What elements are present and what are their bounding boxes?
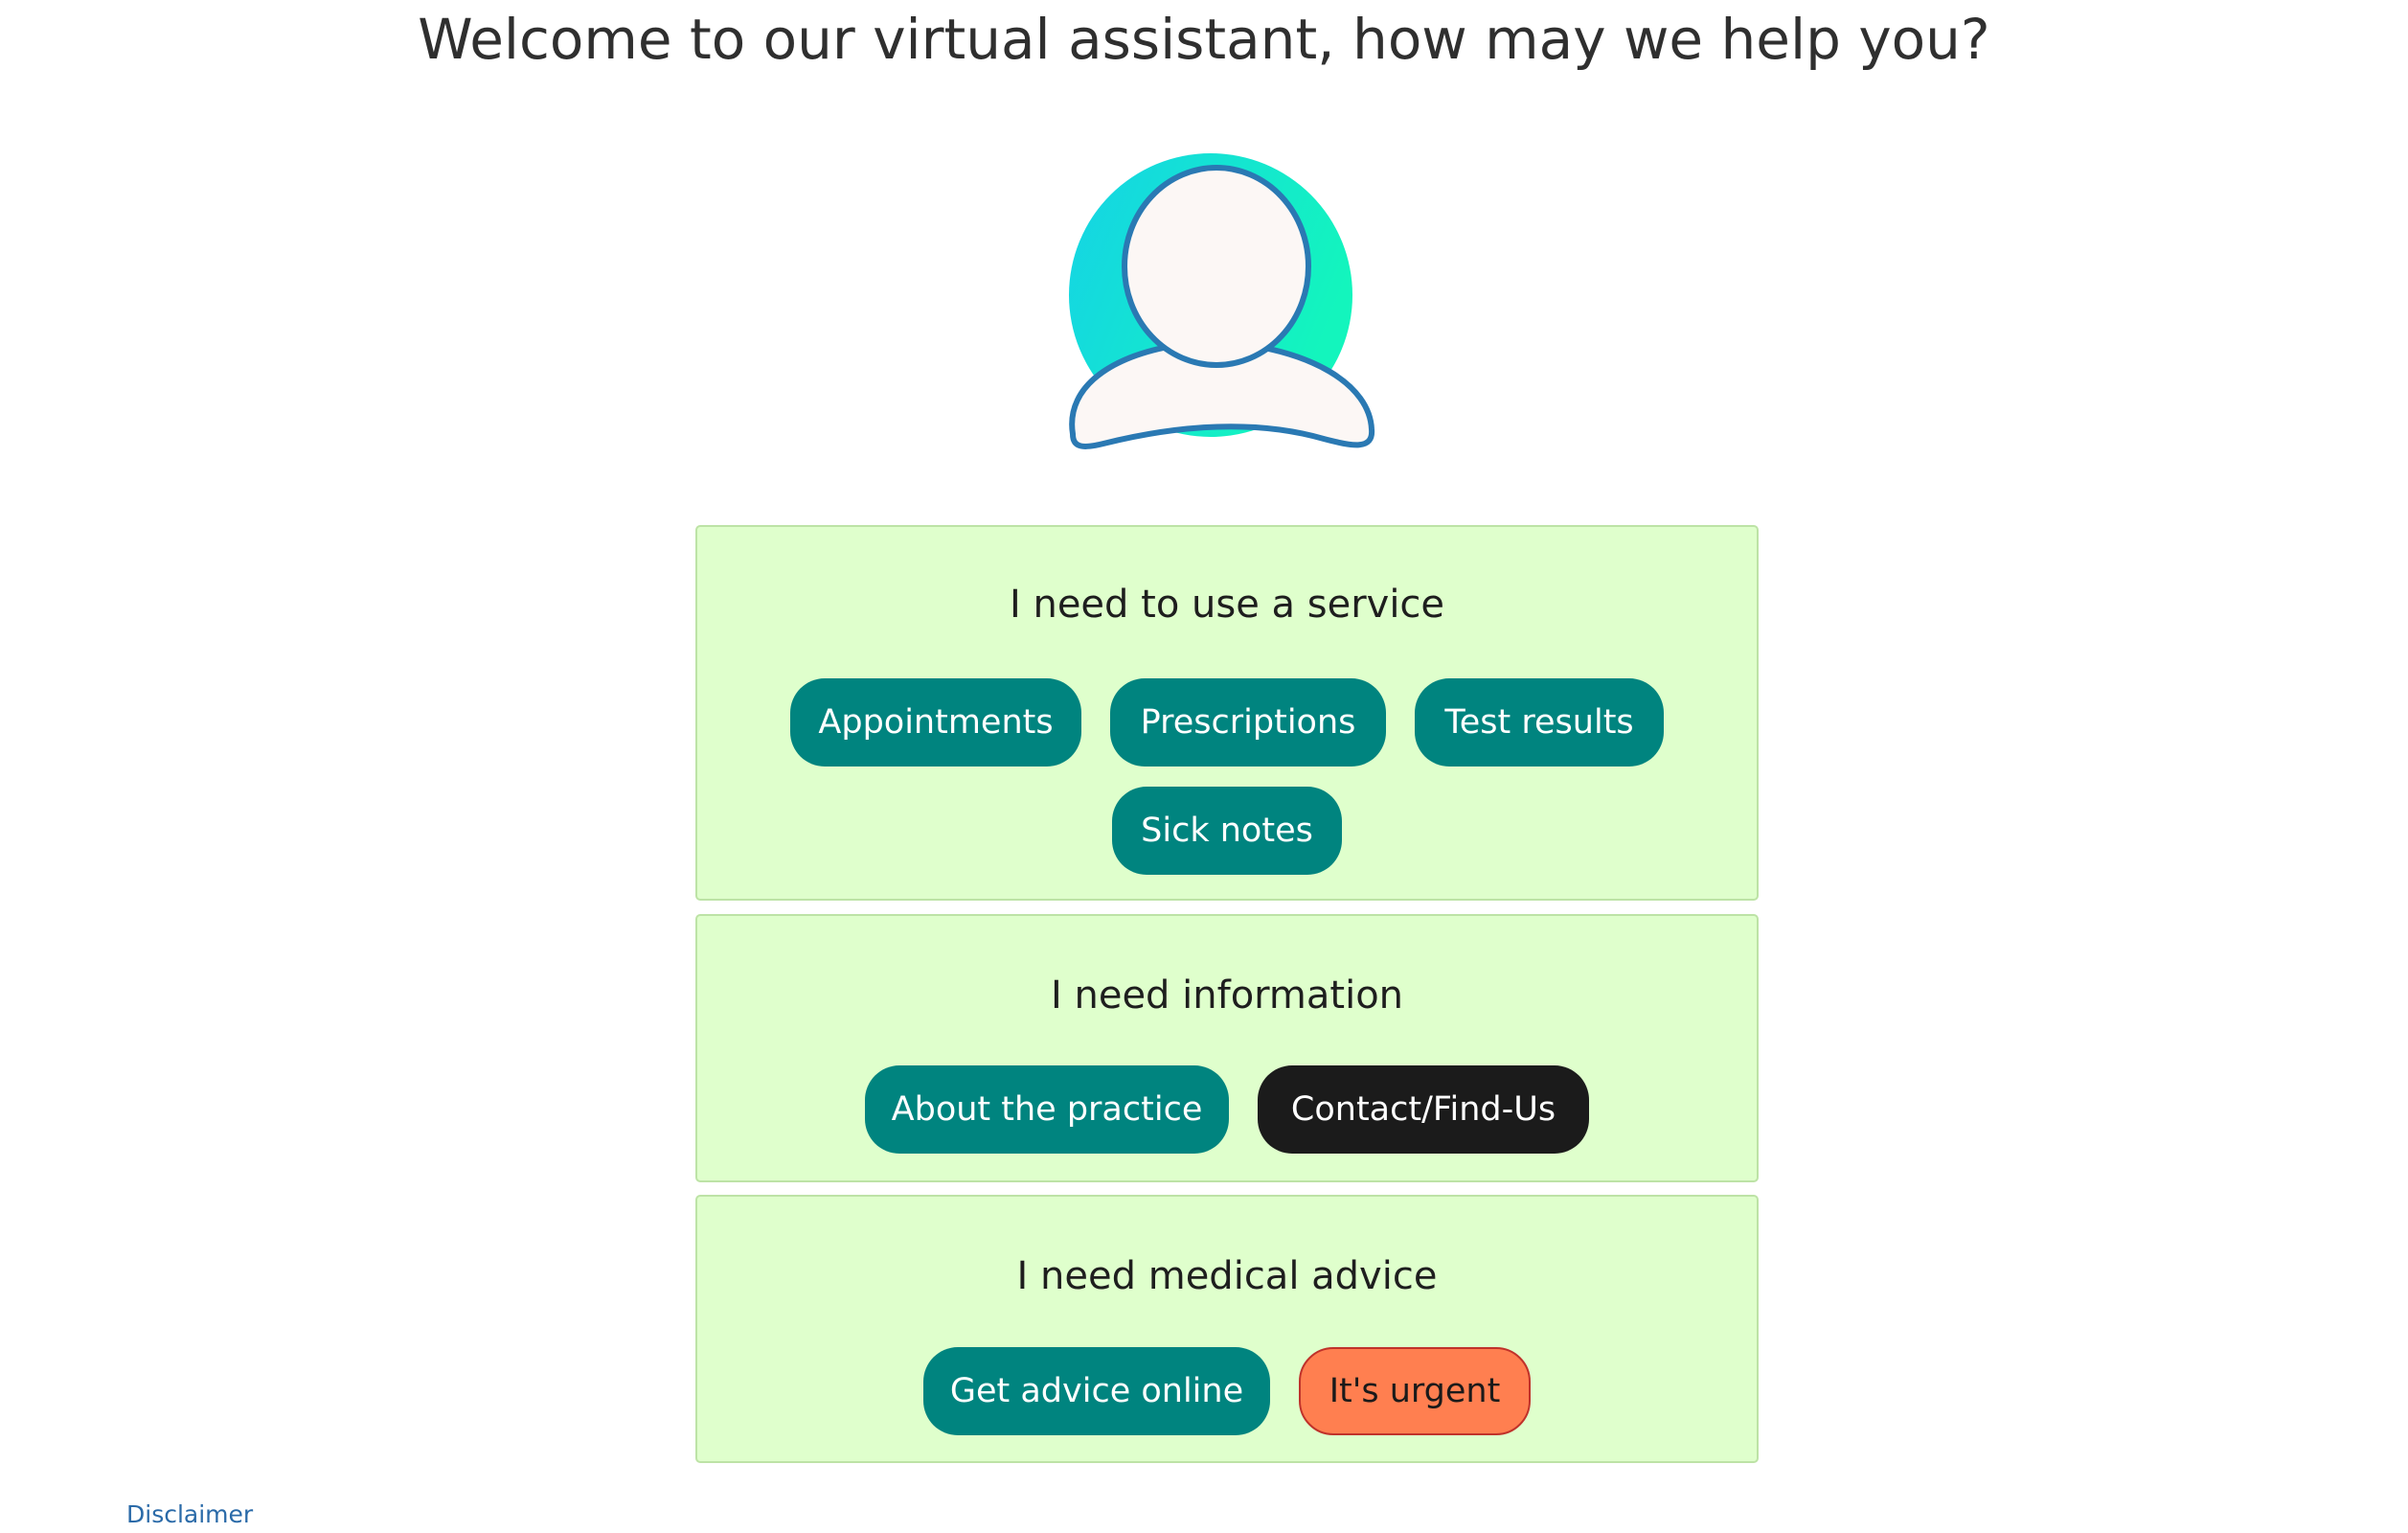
page-title: Welcome to our virtual assistant, how ma… <box>418 7 1990 72</box>
appointments-button[interactable]: Appointments <box>790 678 1081 766</box>
disclaimer-link[interactable]: Disclaimer <box>126 1500 253 1529</box>
user-avatar-icon <box>1069 153 1375 449</box>
its-urgent-button[interactable]: It's urgent <box>1299 1347 1531 1435</box>
medical-advice-section-heading: I need medical advice <box>1016 1254 1438 1298</box>
information-section-heading: I need information <box>1050 973 1404 1018</box>
information-section: I need information About the practice Co… <box>695 914 1759 1182</box>
service-section: I need to use a service Appointments Pre… <box>695 525 1759 901</box>
service-section-heading: I need to use a service <box>1009 583 1445 627</box>
contact-find-us-button[interactable]: Contact/Find-Us <box>1258 1065 1589 1154</box>
medical-advice-section: I need medical advice Get advice online … <box>695 1195 1759 1463</box>
sick-notes-button[interactable]: Sick notes <box>1112 787 1342 875</box>
prescriptions-button[interactable]: Prescriptions <box>1110 678 1386 766</box>
about-the-practice-button[interactable]: About the practice <box>865 1065 1229 1154</box>
get-advice-online-button[interactable]: Get advice online <box>923 1347 1270 1435</box>
test-results-button[interactable]: Test results <box>1415 678 1664 766</box>
